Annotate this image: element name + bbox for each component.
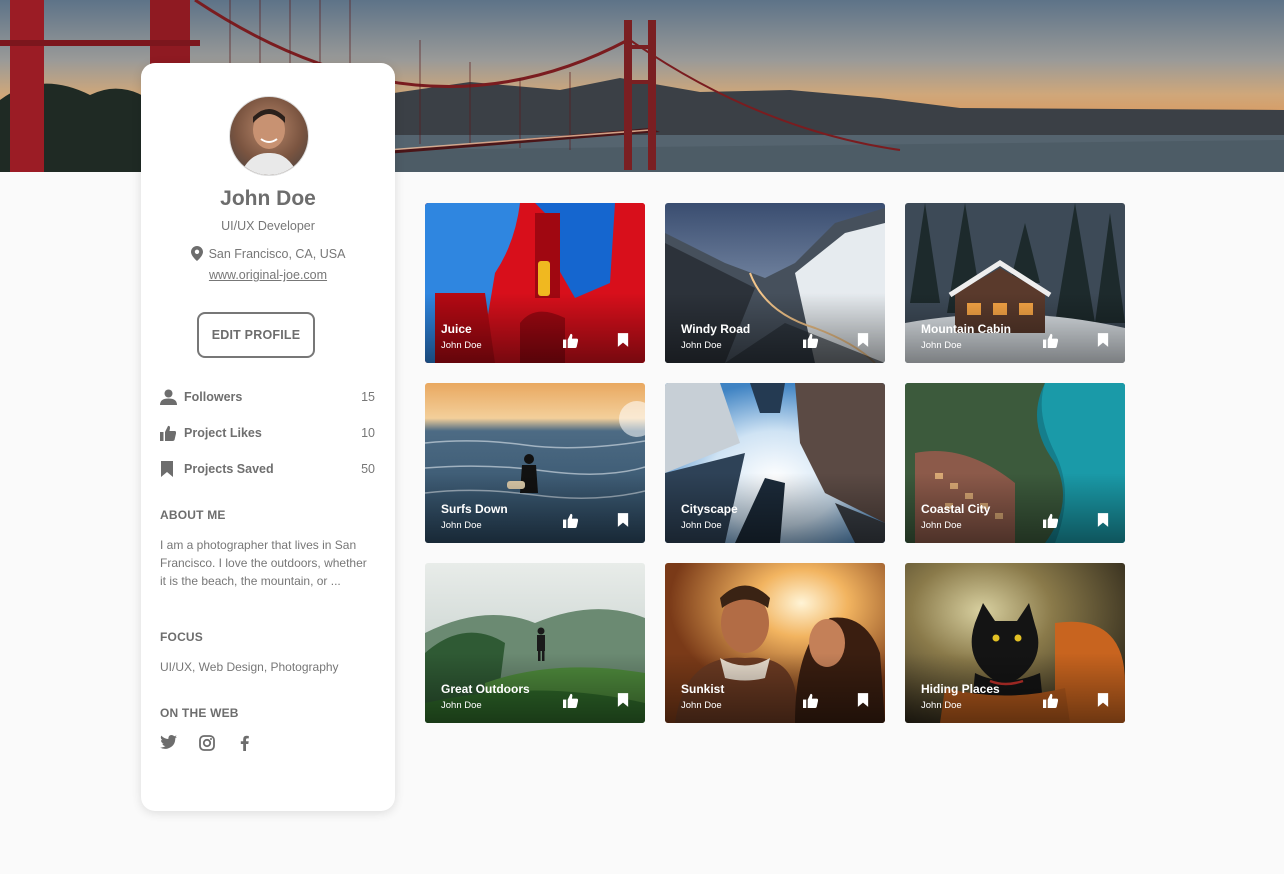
twitter-icon[interactable] (160, 735, 177, 754)
project-title: Sunkist (681, 682, 725, 696)
project-author: John Doe (921, 700, 962, 711)
web-heading: ON THE WEB (160, 706, 239, 720)
like-icon[interactable] (803, 333, 819, 353)
like-icon[interactable] (563, 333, 579, 353)
project-author: John Doe (681, 520, 722, 531)
project-author: John Doe (441, 700, 482, 711)
bookmark-icon[interactable] (1097, 332, 1109, 353)
project-title: Coastal City (921, 502, 991, 516)
bookmark-icon[interactable] (857, 692, 869, 713)
bookmark-icon[interactable] (617, 512, 629, 533)
avatar[interactable] (229, 96, 309, 176)
project-card-mountain-cabin[interactable]: Mountain Cabin John Doe (905, 203, 1125, 363)
bookmark-icon[interactable] (617, 332, 629, 353)
like-icon[interactable] (1043, 513, 1059, 533)
location-pin-icon (190, 246, 203, 264)
stat-projects-saved: Projects Saved 50 (160, 460, 375, 480)
bookmark-icon[interactable] (1097, 692, 1109, 713)
project-author: John Doe (921, 340, 962, 351)
like-icon[interactable] (563, 693, 579, 713)
project-author: John Doe (681, 700, 722, 711)
bookmark-icon[interactable] (1097, 512, 1109, 533)
bookmark-icon[interactable] (617, 692, 629, 713)
bookmark-icon[interactable] (857, 332, 869, 353)
project-card-coastal-city[interactable]: Coastal City John Doe (905, 383, 1125, 543)
profile-card: John Doe UI/UX Developer San Francisco, … (141, 63, 395, 811)
project-title: Surfs Down (441, 502, 508, 516)
about-heading: ABOUT ME (160, 508, 226, 522)
stat-followers: Followers 15 (160, 388, 375, 408)
website-link[interactable]: www.original-joe.com (141, 268, 395, 282)
edit-profile-button[interactable]: EDIT PROFILE (197, 312, 315, 358)
thumbs-up-icon (160, 425, 177, 444)
stat-label: Followers (184, 390, 243, 404)
profile-role: UI/UX Developer (221, 219, 315, 233)
project-title: Great Outdoors (441, 682, 530, 696)
like-icon[interactable] (803, 693, 819, 713)
stat-label: Projects Saved (184, 462, 274, 476)
like-icon[interactable] (1043, 693, 1059, 713)
project-card-juice[interactable]: Juice John Doe (425, 203, 645, 363)
project-card-cityscape[interactable]: Cityscape John Doe (665, 383, 885, 543)
project-card-hiding-places[interactable]: Hiding Places John Doe (905, 563, 1125, 723)
location-text: San Francisco, CA, USA (208, 247, 346, 261)
project-title: Hiding Places (921, 682, 1000, 696)
stat-label: Project Likes (184, 426, 262, 440)
project-card-windy-road[interactable]: Windy Road John Doe (665, 203, 885, 363)
project-card-surfs-down[interactable]: Surfs Down John Doe (425, 383, 645, 543)
project-card-sunkist[interactable]: Sunkist John Doe (665, 563, 885, 723)
project-author: John Doe (681, 340, 722, 351)
stat-project-likes: Project Likes 10 (160, 424, 375, 444)
like-icon[interactable] (563, 513, 579, 533)
profile-location: San Francisco, CA, USA (141, 246, 395, 264)
project-author: John Doe (441, 340, 482, 351)
facebook-icon[interactable] (240, 735, 249, 756)
project-author: John Doe (921, 520, 962, 531)
project-title: Cityscape (681, 502, 738, 516)
project-card-great-outdoors[interactable]: Great Outdoors John Doe (425, 563, 645, 723)
instagram-icon[interactable] (199, 735, 215, 756)
person-icon (160, 389, 177, 408)
like-icon[interactable] (1043, 333, 1059, 353)
stat-value: 15 (361, 390, 375, 404)
stat-value: 50 (361, 462, 375, 476)
profile-name: John Doe (220, 187, 316, 210)
project-title: Windy Road (681, 322, 751, 336)
focus-heading: FOCUS (160, 630, 203, 644)
bookmark-icon (160, 461, 174, 480)
project-title: Mountain Cabin (921, 322, 1011, 336)
stat-value: 10 (361, 426, 375, 440)
about-text: I am a photographer that lives in San Fr… (160, 538, 367, 588)
project-author: John Doe (441, 520, 482, 531)
focus-text: UI/UX, Web Design, Photography (160, 660, 339, 674)
project-title: Juice (441, 322, 472, 336)
